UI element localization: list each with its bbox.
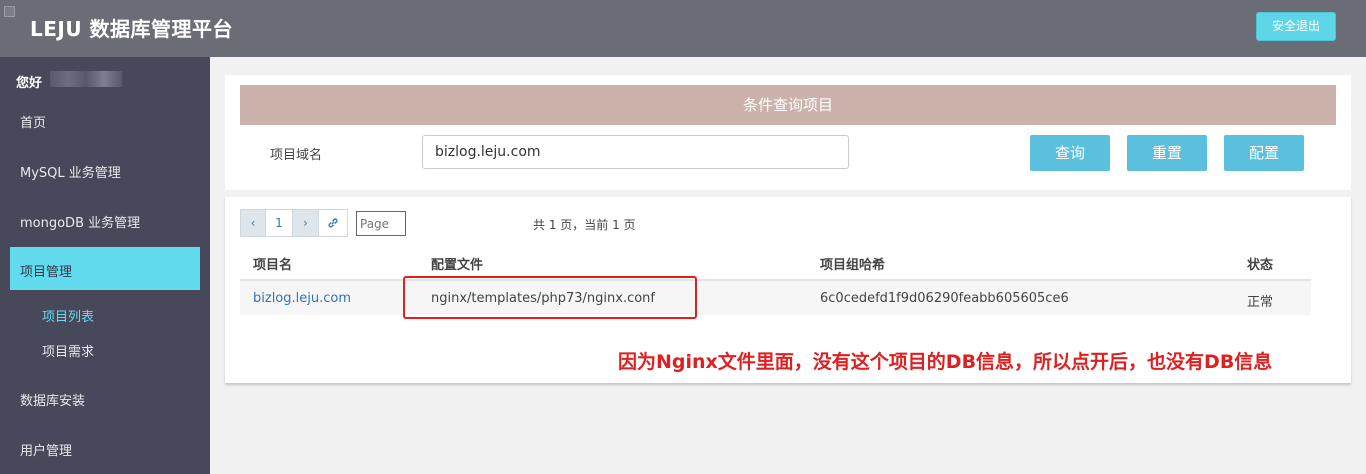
config-button[interactable]: 配置 — [1224, 135, 1304, 171]
highlight-box — [403, 276, 697, 319]
greeting-label: 您好 — [16, 76, 43, 91]
pagination: ‹ 1 › — [240, 209, 348, 237]
page-number-input[interactable] — [356, 211, 406, 236]
reset-button[interactable]: 重置 — [1127, 135, 1207, 171]
sidebar-item-project-management[interactable]: 项目管理 — [10, 247, 200, 290]
domain-input[interactable] — [422, 135, 849, 169]
search-button[interactable]: 查询 — [1030, 135, 1110, 171]
link-icon — [328, 218, 338, 228]
column-header-config-file: 配置文件 — [431, 258, 484, 273]
logout-button[interactable]: 安全退出 — [1256, 12, 1336, 41]
query-panel-title: 条件查询项目 — [240, 85, 1336, 125]
sidebar: 您好 首页 MySQL 业务管理 mongoDB 业务管理 项目管理 项目列表 … — [0, 57, 210, 474]
sidebar-item-home[interactable]: 首页 — [20, 112, 46, 131]
app-title: LEJU 数据库管理平台 — [30, 17, 234, 41]
query-panel: 条件查询项目 项目域名 查询 重置 配置 — [225, 75, 1351, 190]
prev-page-button[interactable]: ‹ — [240, 209, 266, 237]
blurred-username — [50, 71, 122, 87]
column-header-project-name: 项目名 — [253, 258, 293, 273]
group-hash-cell: 6c0cedefd1f9d06290feabb605605ce6 — [820, 291, 1069, 306]
sidebar-item-mongodb[interactable]: mongoDB 业务管理 — [20, 212, 140, 231]
domain-field-label: 项目域名 — [270, 148, 323, 163]
page-info: 共 1 页，当前 1 页 — [533, 218, 636, 232]
table-row — [240, 281, 1311, 315]
sidebar-item-user-management[interactable]: 用户管理 — [20, 440, 72, 459]
sidebar-subitem-project-list[interactable]: 项目列表 — [42, 306, 94, 325]
next-page-button[interactable]: › — [292, 209, 319, 237]
project-name-link[interactable]: bizlog.leju.com — [253, 291, 351, 306]
sidebar-item-label: 项目管理 — [20, 265, 73, 280]
sidebar-subitem-project-requests[interactable]: 项目需求 — [42, 341, 94, 360]
column-header-group-hash: 项目组哈希 — [820, 258, 886, 273]
status-cell: 正常 — [1247, 295, 1274, 310]
link-button[interactable] — [318, 209, 348, 237]
top-bar: LEJU 数据库管理平台 安全退出 — [0, 0, 1366, 57]
annotation-text: 因为Nginx文件里面，没有这个项目的DB信息，所以点开后，也没有DB信息 — [618, 351, 1273, 373]
page-1-button[interactable]: 1 — [265, 209, 293, 237]
sidebar-item-db-install[interactable]: 数据库安装 — [20, 390, 85, 409]
sidebar-item-mysql[interactable]: MySQL 业务管理 — [20, 162, 121, 181]
results-panel: ‹ 1 › 共 1 页，当前 1 页 项目名 配置文件 项目组哈希 状态 biz… — [225, 197, 1351, 383]
window-corner-icon — [4, 6, 15, 17]
column-header-status: 状态 — [1247, 258, 1274, 273]
